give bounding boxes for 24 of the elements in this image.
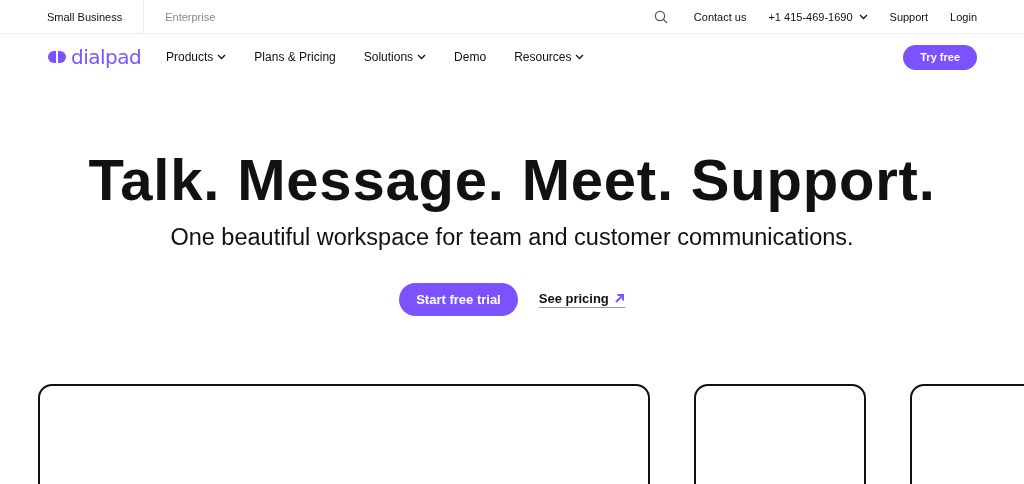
start-trial-button[interactable]: Start free trial — [399, 283, 518, 316]
nav-link[interactable]: Resources — [514, 50, 585, 64]
utility-link[interactable]: Contact us — [693, 10, 747, 23]
caret-icon — [217, 54, 227, 60]
arrow-icon — [613, 293, 625, 304]
caret-icon — [858, 13, 868, 20]
nav-link[interactable]: Demo — [454, 50, 487, 64]
nav-link[interactable]: Solutions — [363, 50, 427, 64]
search-icon[interactable] — [653, 9, 668, 24]
logo-text: dialpad — [71, 45, 142, 69]
caret-icon — [417, 54, 427, 60]
headline: Talk. Message. Meet. Support. — [88, 150, 936, 210]
segment-tab[interactable]: Enterprise — [165, 0, 237, 33]
utility-link[interactable]: +1 415-469-1690 — [768, 10, 868, 23]
segment-tab[interactable]: Small Business — [47, 0, 145, 33]
caret-icon — [575, 54, 585, 60]
utility-link[interactable]: Login — [950, 10, 977, 23]
nav-link[interactable]: Plans & Pricing — [254, 50, 336, 64]
pricing-link[interactable]: See pricing — [538, 291, 625, 308]
nav-link[interactable]: Products — [166, 50, 227, 64]
subtitle: One beautiful workspace for team and customer communications. — [170, 224, 854, 251]
try-free-button[interactable]: Try free — [903, 44, 977, 70]
logo-icon — [47, 50, 67, 64]
utility-link[interactable]: Support — [889, 10, 929, 23]
